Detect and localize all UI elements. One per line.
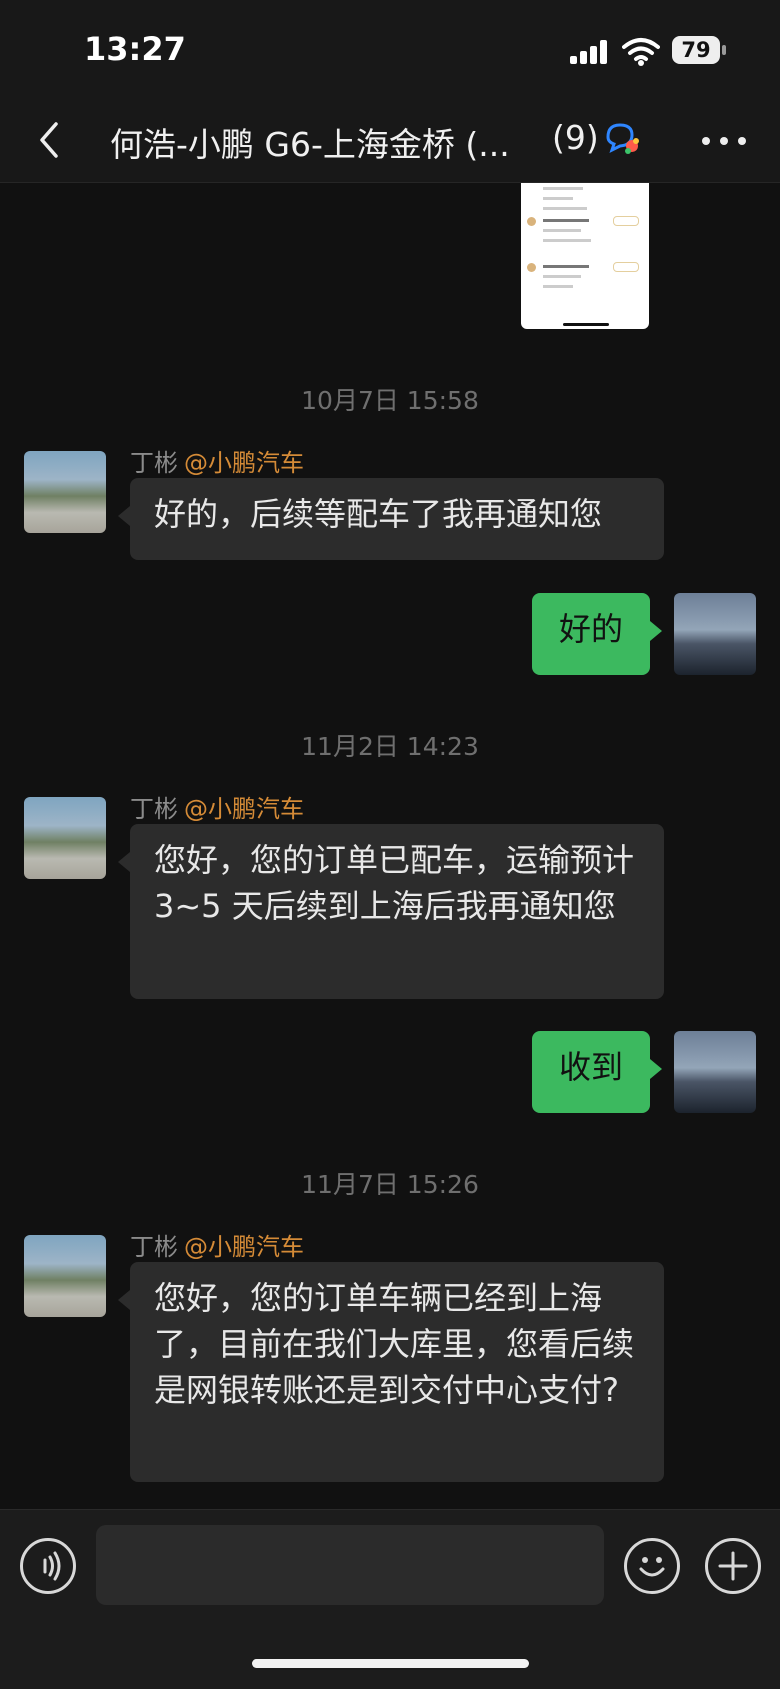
sender-name-text: 丁彬: [130, 1233, 178, 1261]
wifi-icon: [622, 38, 660, 66]
battery-icon: 79: [672, 36, 726, 64]
member-count: (9): [552, 118, 599, 157]
sender-company-tag: @小鹏汽车: [184, 795, 304, 823]
message-list[interactable]: 10月7日 15:58 丁彬 @小鹏汽车 好的，后续等配车了我再通知您 好的 11…: [0, 183, 780, 1509]
voice-icon[interactable]: [20, 1538, 76, 1594]
cellular-signal-icon: [570, 40, 610, 64]
chat-title[interactable]: 何浩-小鹏 G6-上海金桥 (...: [110, 118, 530, 166]
outgoing-message[interactable]: 好的: [532, 593, 662, 675]
add-icon[interactable]: [705, 1538, 761, 1594]
status-time: 13:27: [84, 30, 186, 68]
message-input[interactable]: [96, 1525, 604, 1605]
sender-avatar[interactable]: [24, 451, 106, 533]
self-avatar[interactable]: [674, 593, 756, 675]
sender-name: 丁彬 @小鹏汽车: [130, 789, 304, 824]
sender-name-text: 丁彬: [130, 795, 178, 823]
chat-header: 何浩-小鹏 G6-上海金桥 (... (9): [0, 100, 780, 183]
group-chat-icon[interactable]: [602, 120, 640, 156]
sender-name: 丁彬 @小鹏汽车: [130, 443, 304, 478]
outgoing-message[interactable]: 收到: [532, 1031, 662, 1113]
incoming-message[interactable]: 好的，后续等配车了我再通知您: [118, 478, 664, 560]
sender-name: 丁彬 @小鹏汽车: [130, 1227, 304, 1262]
sender-avatar[interactable]: [24, 797, 106, 879]
status-bar: 13:27 79: [0, 0, 780, 100]
more-icon[interactable]: [700, 126, 748, 156]
back-chevron-icon[interactable]: [30, 118, 70, 162]
shared-screenshot-image[interactable]: [521, 183, 649, 329]
message-timestamp: 11月7日 15:26: [301, 1170, 479, 1199]
sender-name-text: 丁彬: [130, 449, 178, 477]
sender-company-tag: @小鹏汽车: [184, 449, 304, 477]
incoming-message[interactable]: 您好，您的订单已配车，运输预计 3~5 天后续到上海后我再通知您: [118, 824, 664, 999]
incoming-message[interactable]: 您好，您的订单车辆已经到上海了，目前在我们大库里，您看后续是网银转账还是到交付中…: [118, 1262, 664, 1482]
sender-company-tag: @小鹏汽车: [184, 1233, 304, 1261]
message-timestamp: 10月7日 15:58: [301, 386, 479, 415]
battery-level: 79: [672, 36, 720, 64]
self-avatar[interactable]: [674, 1031, 756, 1113]
emoji-icon[interactable]: [624, 1538, 680, 1594]
home-indicator: [252, 1659, 529, 1668]
message-timestamp: 11月2日 14:23: [301, 732, 479, 761]
sender-avatar[interactable]: [24, 1235, 106, 1317]
